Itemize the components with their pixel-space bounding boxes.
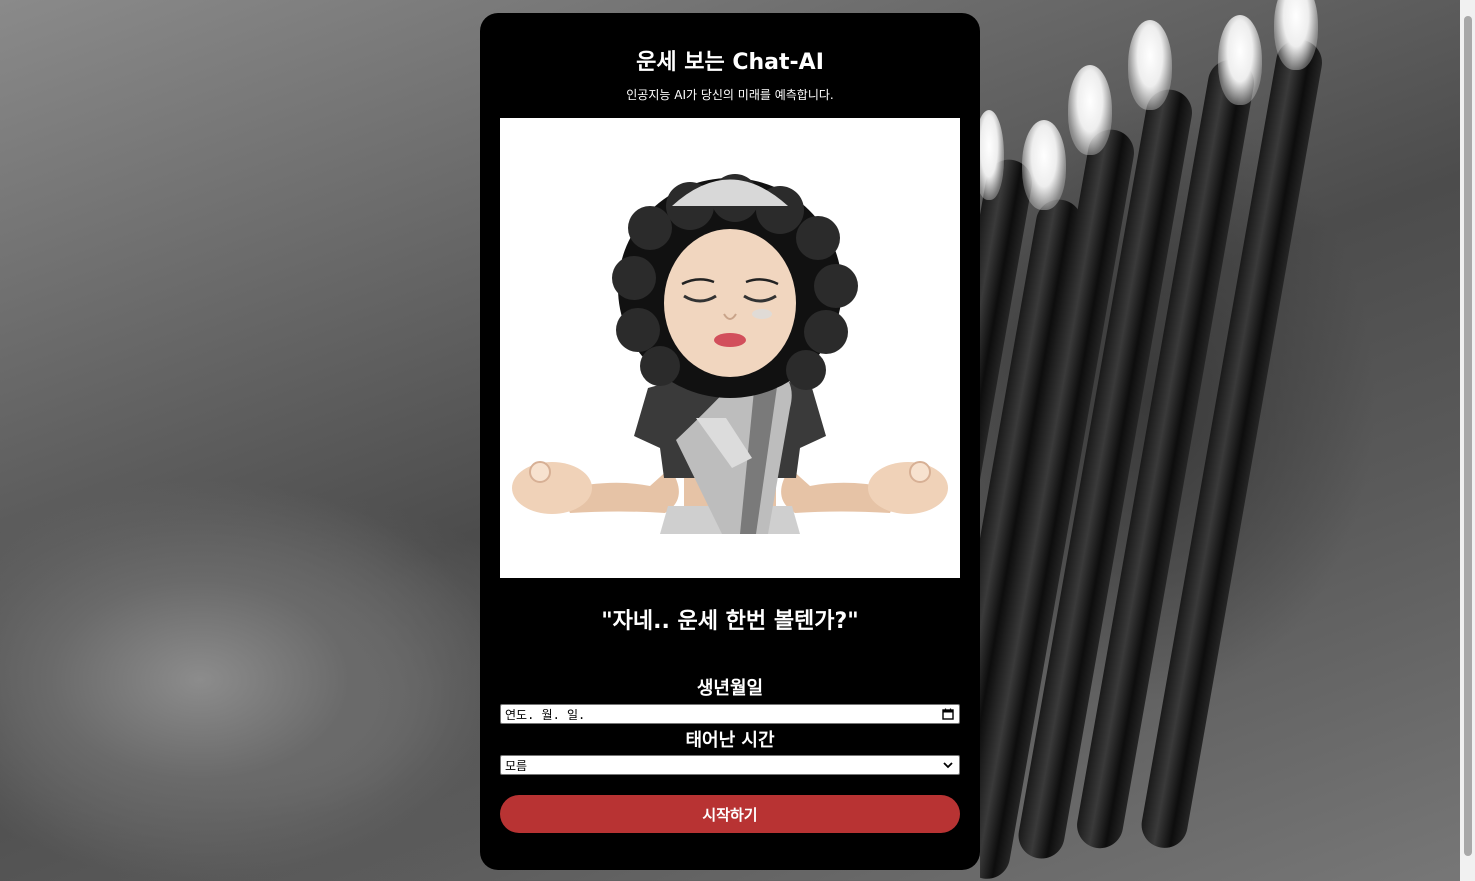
birthtime-select[interactable]: 모름 (500, 755, 960, 775)
birthtime-label: 태어난 시간 (685, 730, 775, 751)
fortune-quote: "자네.. 운세 한번 볼텐가?" (601, 609, 859, 634)
start-button[interactable]: 시작하기 (500, 795, 960, 833)
meditating-memoji-icon (512, 174, 948, 534)
birthtime-value: 모름 (505, 758, 528, 773)
chevron-down-icon[interactable] (941, 758, 955, 772)
page-scrollbar[interactable] (1460, 0, 1475, 881)
calendar-icon[interactable] (941, 707, 955, 721)
scrollbar-thumb[interactable] (1464, 16, 1472, 856)
page-title: 운세 보는 Chat-AI (636, 50, 824, 75)
hero-image (500, 118, 960, 578)
page-subtitle: 인공지능 AI가 당신의 미래를 예측합니다. (626, 88, 834, 102)
birthdate-value: 연도. 월. 일. (505, 707, 586, 722)
background-cloth (0, 480, 500, 881)
fortune-card: 운세 보는 Chat-AI 인공지능 AI가 당신의 미래를 예측합니다. "자… (480, 13, 980, 870)
birthdate-label: 생년월일 (696, 678, 764, 699)
background-candles (980, 0, 1460, 881)
birthdate-input[interactable]: 연도. 월. 일. (500, 704, 960, 724)
